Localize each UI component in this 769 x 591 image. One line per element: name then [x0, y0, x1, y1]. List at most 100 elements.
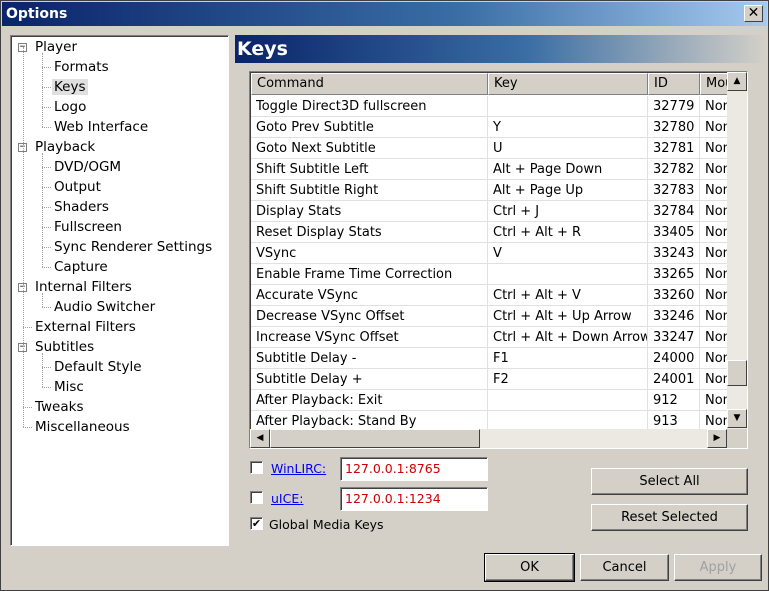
tree-item-label: DVD/OGM: [54, 159, 122, 175]
tree-item-misc[interactable]: Misc: [52, 377, 86, 397]
table-row[interactable]: Decrease VSync Offset Ctrl + Alt + Up Arr…: [251, 306, 747, 327]
table-cell-key: U: [488, 138, 648, 159]
tree-item-keys[interactable]: Keys: [52, 77, 88, 97]
cancel-button[interactable]: Cancel: [580, 554, 669, 581]
tree-item-audio-switcher[interactable]: Audio Switcher: [52, 297, 157, 317]
table-row[interactable]: Shift Subtitle Right Alt + Page Up 32783 No…: [251, 180, 747, 201]
table-cell-command: Subtitle Delay -: [251, 348, 488, 369]
table-cell-id: 33247: [648, 327, 700, 348]
tree-connector: [42, 367, 51, 368]
tree-item-label: Formats: [54, 59, 109, 75]
table-cell-key: F1: [488, 348, 648, 369]
vertical-scrollbar[interactable]: ▲ ▼: [727, 72, 747, 429]
column-header-key[interactable]: Key: [488, 73, 648, 95]
global-media-keys-checkbox[interactable]: ✔: [250, 517, 263, 530]
table-row[interactable]: Subtitle Delay + F2 24001 Non: [251, 369, 747, 390]
table-row[interactable]: Accurate VSync Ctrl + Alt + V 33260 Non: [251, 285, 747, 306]
tree-item-label: Web Interface: [54, 119, 149, 135]
horizontal-scroll-thumb[interactable]: [270, 429, 480, 448]
tree-item-formats[interactable]: Formats: [52, 57, 111, 77]
keys-grid[interactable]: Command Key ID Mou Toggle Direct3D fullscree…: [249, 71, 748, 449]
scroll-up-button[interactable]: ▲: [727, 72, 747, 91]
scroll-left-button[interactable]: ◀: [250, 429, 270, 448]
tree-item-dvd-ogm[interactable]: DVD/OGM: [52, 157, 123, 177]
table-cell-key: Alt + Page Down: [488, 159, 648, 180]
table-cell-command: Reset Display Stats: [251, 222, 488, 243]
table-row[interactable]: Goto Prev Subtitle Y 32780 Non: [251, 117, 747, 138]
table-cell-id: 32781: [648, 138, 700, 159]
table-cell-command: Display Stats: [251, 201, 488, 222]
table-cell-id: 32780: [648, 117, 700, 138]
tree-item-label: Keys: [52, 79, 88, 95]
ok-button[interactable]: OK: [484, 553, 575, 582]
tree-item-external-filters[interactable]: External Filters: [33, 317, 138, 337]
options-tree[interactable]: Player − Formats Keys Logo Web Interface Playb…: [10, 35, 229, 546]
table-cell-id: 24000: [648, 348, 700, 369]
table-cell-id: 24001: [648, 369, 700, 390]
table-cell-command: VSync: [251, 243, 488, 264]
table-row[interactable]: After Playback: Exit 912 Non: [251, 390, 747, 411]
tree-item-miscellaneous[interactable]: Miscellaneous: [33, 417, 132, 437]
close-button[interactable]: ✕: [744, 5, 763, 22]
tree-item-shaders[interactable]: Shaders: [52, 197, 111, 217]
table-row[interactable]: Subtitle Delay - F1 24000 Non: [251, 348, 747, 369]
tree-connector: [42, 87, 51, 88]
table-cell-command: Shift Subtitle Left: [251, 159, 488, 180]
horizontal-scrollbar[interactable]: ◀ ▶: [250, 429, 727, 448]
uice-checkbox[interactable]: [250, 491, 263, 504]
table-cell-id: 33405: [648, 222, 700, 243]
tree-connector: [42, 187, 51, 188]
tree-item-player[interactable]: Player: [33, 37, 79, 57]
tree-item-label: Tweaks: [35, 399, 84, 415]
table-cell-id: 33260: [648, 285, 700, 306]
tree-item-capture[interactable]: Capture: [52, 257, 110, 277]
tree-connector: [42, 207, 51, 208]
vertical-scroll-thumb[interactable]: [727, 360, 747, 386]
table-cell-command: After Playback: Exit: [251, 390, 488, 411]
table-row[interactable]: Display Stats Ctrl + J 32784 Non: [251, 201, 747, 222]
tree-item-tweaks[interactable]: Tweaks: [33, 397, 85, 417]
table-cell-key: Ctrl + Alt + R: [488, 222, 648, 243]
tree-item-default-style[interactable]: Default Style: [52, 357, 144, 377]
column-header-id[interactable]: ID: [648, 73, 700, 95]
tree-item-output[interactable]: Output: [52, 177, 103, 197]
table-row[interactable]: Shift Subtitle Left Alt + Page Down 32782 N…: [251, 159, 747, 180]
table-cell-id: 33265: [648, 264, 700, 285]
winlirc-address-field[interactable]: 127.0.0.1:8765: [340, 457, 488, 481]
tree-connector: [42, 53, 43, 127]
table-cell-key: Ctrl + Alt + Down Arrow: [488, 327, 648, 348]
table-cell-key: V: [488, 243, 648, 264]
scroll-right-button[interactable]: ▶: [707, 429, 727, 448]
uice-address-field[interactable]: 127.0.0.1:1234: [340, 487, 488, 511]
tree-item-label: Shaders: [54, 199, 109, 215]
table-cell-command: Enable Frame Time Correction: [251, 264, 488, 285]
tree-item-web-interface[interactable]: Web Interface: [52, 117, 150, 137]
global-media-keys-label: Global Media Keys: [269, 517, 384, 532]
table-cell-command: Increase VSync Offset: [251, 327, 488, 348]
tree-item-label: Fullscreen: [54, 219, 122, 235]
tree-item-logo[interactable]: Logo: [52, 97, 88, 117]
tree-item-internal-filters[interactable]: Internal Filters: [33, 277, 134, 297]
table-row[interactable]: Enable Frame Time Correction 33265 Non: [251, 264, 747, 285]
table-row[interactable]: VSync V 33243 Non: [251, 243, 747, 264]
uice-link[interactable]: uICE:: [271, 491, 303, 506]
column-header-command[interactable]: Command: [251, 73, 488, 95]
arrow-down-icon: ▼: [733, 413, 741, 423]
apply-button[interactable]: Apply: [674, 554, 762, 581]
scroll-down-button[interactable]: ▼: [727, 409, 747, 428]
tree-item-fullscreen[interactable]: Fullscreen: [52, 217, 124, 237]
select-all-button[interactable]: Select All: [591, 468, 748, 495]
table-cell-command: Shift Subtitle Right: [251, 180, 488, 201]
table-row[interactable]: Toggle Direct3D fullscreen 32779 Non: [251, 96, 747, 117]
winlirc-link[interactable]: WinLIRC:: [271, 461, 326, 476]
table-row[interactable]: Increase VSync Offset Ctrl + Alt + Down A…: [251, 327, 747, 348]
arrow-left-icon: ◀: [256, 433, 264, 443]
table-row[interactable]: Reset Display Stats Ctrl + Alt + R 33405 No…: [251, 222, 747, 243]
table-row[interactable]: Goto Next Subtitle U 32781 Non: [251, 138, 747, 159]
tree-item-label: Miscellaneous: [35, 419, 130, 435]
page-title: Keys: [235, 35, 766, 63]
reset-selected-button[interactable]: Reset Selected: [591, 504, 748, 531]
winlirc-checkbox[interactable]: [250, 461, 263, 474]
tree-item-sync-renderer-settings[interactable]: Sync Renderer Settings: [52, 237, 214, 257]
table-cell-key: Ctrl + Alt + Up Arrow: [488, 306, 648, 327]
